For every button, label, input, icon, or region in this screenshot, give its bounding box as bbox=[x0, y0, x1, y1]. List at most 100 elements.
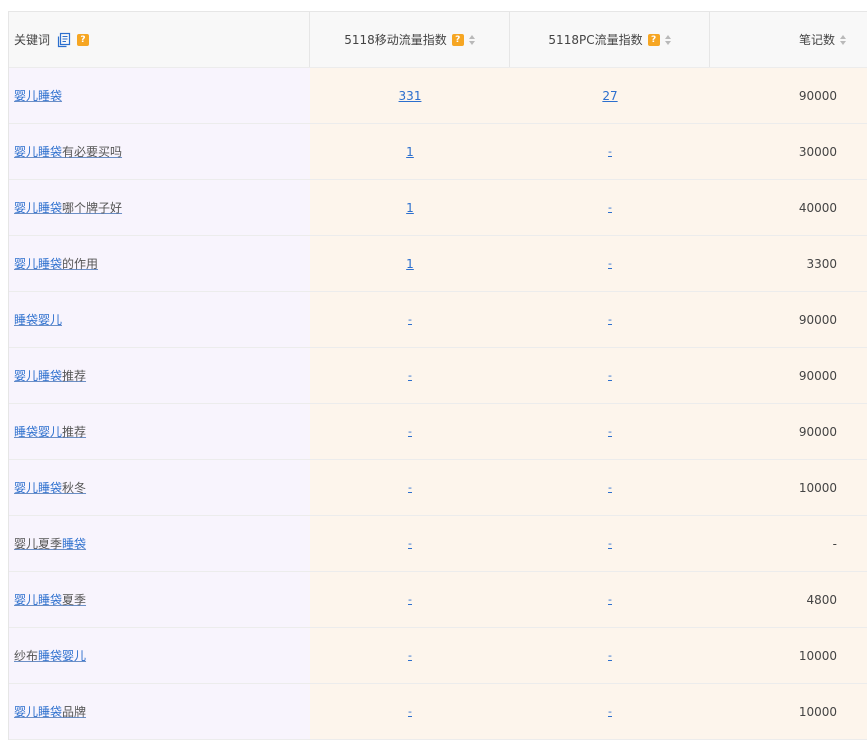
mobile-index-link[interactable]: - bbox=[408, 313, 412, 326]
pc-index-link[interactable]: - bbox=[608, 369, 612, 382]
pc-index-link[interactable]: - bbox=[608, 481, 612, 494]
keyword-link[interactable]: 睡袋婴儿推荐 bbox=[14, 423, 86, 440]
pc-index-link[interactable]: - bbox=[608, 201, 612, 214]
pc-index-cell: 27 bbox=[510, 68, 710, 123]
header-pc-index[interactable]: 5118PC流量指数 ? bbox=[510, 12, 710, 67]
mobile-index-cell: 1 bbox=[310, 180, 510, 235]
keyword-link[interactable]: 婴儿睡袋秋冬 bbox=[14, 479, 86, 496]
keyword-suffix: 推荐 bbox=[62, 369, 87, 383]
keyword-link[interactable]: 婴儿睡袋夏季 bbox=[14, 591, 86, 608]
keyword-cell: 婴儿睡袋秋冬 bbox=[9, 460, 310, 515]
pc-index-link[interactable]: - bbox=[608, 705, 612, 718]
keyword-highlight: 睡袋婴儿 bbox=[14, 313, 63, 327]
keyword-suffix: 推荐 bbox=[62, 425, 87, 439]
pc-index-link[interactable]: - bbox=[608, 593, 612, 606]
table-row: 婴儿睡袋有必要买吗 1 - 30000 bbox=[9, 124, 867, 180]
keyword-prefix: 纱布 bbox=[14, 649, 39, 663]
table-row: 睡袋婴儿推荐 - - 90000 bbox=[9, 404, 867, 460]
keyword-cell: 婴儿睡袋哪个牌子好 bbox=[9, 180, 310, 235]
mobile-index-link[interactable]: - bbox=[408, 369, 412, 382]
mobile-index-cell: - bbox=[310, 460, 510, 515]
notes-cell: 4800 bbox=[710, 572, 867, 627]
help-icon[interactable]: ? bbox=[77, 33, 90, 46]
mobile-index-link[interactable]: - bbox=[408, 537, 412, 550]
pc-index-link[interactable]: - bbox=[608, 313, 612, 326]
copy-icon[interactable] bbox=[56, 32, 72, 48]
mobile-index-link[interactable]: 1 bbox=[406, 145, 414, 159]
pc-index-link[interactable]: - bbox=[608, 537, 612, 550]
header-mobile-index[interactable]: 5118移动流量指数 ? bbox=[310, 12, 510, 67]
pc-index-link[interactable]: 27 bbox=[602, 89, 617, 103]
table-row: 婴儿睡袋品牌 - - 10000 bbox=[9, 684, 867, 740]
keyword-link[interactable]: 婴儿睡袋推荐 bbox=[14, 367, 86, 384]
keyword-link[interactable]: 睡袋婴儿 bbox=[14, 311, 62, 328]
pc-index-cell: - bbox=[510, 460, 710, 515]
keyword-link[interactable]: 婴儿睡袋品牌 bbox=[14, 703, 86, 720]
notes-value: 3300 bbox=[806, 256, 837, 271]
notes-cell: 30000 bbox=[710, 124, 867, 179]
keyword-cell: 婴儿夏季睡袋 bbox=[9, 516, 310, 571]
table-row: 婴儿睡袋 331 27 90000 bbox=[9, 68, 867, 124]
table-row: 婴儿夏季睡袋 - - - bbox=[9, 516, 867, 572]
keyword-link[interactable]: 婴儿睡袋的作用 bbox=[14, 255, 98, 272]
keyword-suffix: 有必要买吗 bbox=[62, 145, 123, 159]
pc-index-cell: - bbox=[510, 348, 710, 403]
keyword-suffix: 哪个牌子好 bbox=[62, 201, 123, 215]
notes-cell: 3300 bbox=[710, 236, 867, 291]
table-header: 关键词 ? 5118移动流量指数 ? 5118PC流量指数 ? 笔记数 bbox=[9, 12, 867, 68]
pc-index-link[interactable]: - bbox=[608, 145, 612, 158]
keyword-suffix: 夏季 bbox=[62, 593, 87, 607]
header-mobile-index-label: 5118移动流量指数 bbox=[344, 33, 447, 47]
mobile-index-link[interactable]: - bbox=[408, 425, 412, 438]
keyword-highlight: 婴儿睡袋 bbox=[14, 89, 63, 103]
header-notes-label: 笔记数 bbox=[798, 33, 835, 47]
mobile-index-cell: 331 bbox=[310, 68, 510, 123]
help-icon[interactable]: ? bbox=[451, 33, 464, 46]
keyword-highlight: 婴儿睡袋 bbox=[14, 145, 63, 159]
table-body: 婴儿睡袋 331 27 90000 婴儿睡袋有必要买吗 1-30000 婴儿睡袋哪个牌子好 1… bbox=[9, 68, 867, 740]
header-notes[interactable]: 笔记数 bbox=[710, 12, 867, 67]
keyword-highlight: 婴儿睡袋 bbox=[14, 201, 63, 215]
keyword-link[interactable]: 婴儿睡袋 bbox=[14, 87, 62, 104]
mobile-index-link[interactable]: - bbox=[408, 705, 412, 718]
keyword-link[interactable]: 婴儿睡袋有必要买吗 bbox=[14, 143, 122, 160]
pc-index-link[interactable]: - bbox=[608, 257, 612, 270]
pc-index-link[interactable]: - bbox=[608, 425, 612, 438]
mobile-index-link[interactable]: 1 bbox=[406, 257, 414, 271]
keyword-link[interactable]: 纱布睡袋婴儿 bbox=[14, 647, 86, 664]
mobile-index-cell: - bbox=[310, 292, 510, 347]
notes-value: 10000 bbox=[798, 480, 837, 495]
mobile-index-link[interactable]: - bbox=[408, 593, 412, 606]
mobile-index-link[interactable]: - bbox=[408, 481, 412, 494]
keyword-highlight: 睡袋婴儿 bbox=[14, 425, 63, 439]
table-row: 婴儿睡袋推荐 - - 90000 bbox=[9, 348, 867, 404]
mobile-index-link[interactable]: 1 bbox=[406, 201, 414, 215]
sort-icon[interactable] bbox=[468, 34, 475, 45]
keyword-suffix: 品牌 bbox=[62, 705, 87, 719]
keyword-highlight: 婴儿睡袋 bbox=[14, 257, 63, 271]
help-icon[interactable]: ? bbox=[647, 33, 660, 46]
sort-icon[interactable] bbox=[664, 34, 671, 45]
notes-value: 10000 bbox=[798, 648, 837, 663]
sort-icon[interactable] bbox=[840, 34, 846, 45]
header-pc-index-label: 5118PC流量指数 bbox=[548, 33, 643, 47]
table-row: 婴儿睡袋秋冬 - - 10000 bbox=[9, 460, 867, 516]
table-row: 婴儿睡袋的作用 1 - 3300 bbox=[9, 236, 867, 292]
pc-index-link[interactable]: - bbox=[608, 649, 612, 662]
notes-value: 90000 bbox=[798, 88, 837, 103]
keyword-suffix: 的作用 bbox=[62, 257, 99, 271]
pc-index-cell: - bbox=[510, 628, 710, 683]
pc-index-cell: - bbox=[510, 404, 710, 459]
notes-value: 90000 bbox=[798, 424, 837, 439]
pc-index-cell: - bbox=[510, 180, 710, 235]
keyword-link[interactable]: 婴儿夏季睡袋 bbox=[14, 535, 86, 552]
keyword-cell: 婴儿睡袋 bbox=[9, 68, 310, 123]
mobile-index-cell: - bbox=[310, 684, 510, 739]
pc-index-cell: - bbox=[510, 292, 710, 347]
mobile-index-link[interactable]: - bbox=[408, 649, 412, 662]
keyword-cell: 睡袋婴儿推荐 bbox=[9, 404, 310, 459]
notes-cell: 90000 bbox=[710, 292, 867, 347]
keyword-link[interactable]: 婴儿睡袋哪个牌子好 bbox=[14, 199, 122, 216]
notes-cell: 90000 bbox=[710, 348, 867, 403]
mobile-index-link[interactable]: 331 bbox=[399, 89, 422, 103]
